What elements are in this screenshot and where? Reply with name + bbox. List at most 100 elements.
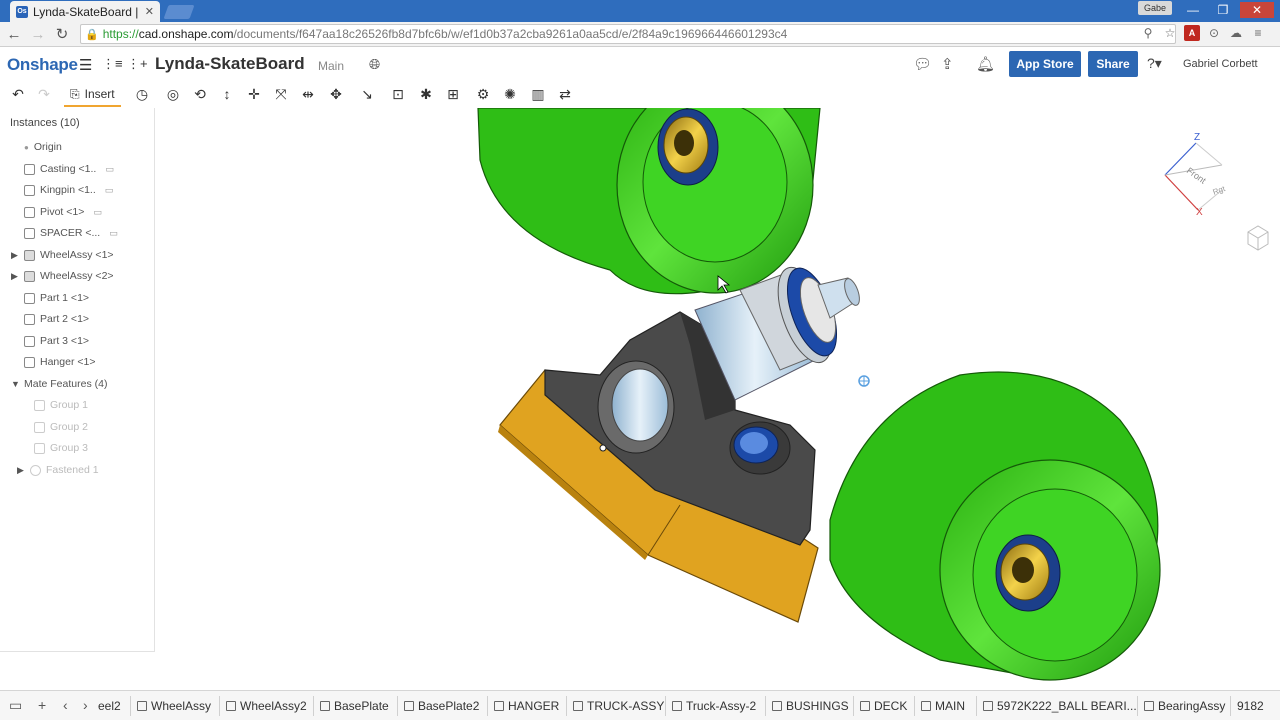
instance-list-icon[interactable]: ⋮+ xyxy=(127,56,148,72)
help-icon[interactable]: ?▾ xyxy=(1147,55,1162,72)
ball-mate-icon[interactable]: ✥ xyxy=(327,85,345,103)
mate-item[interactable]: ▶ Fastened 1 xyxy=(17,461,99,479)
maximize-icon[interactable]: ❐ xyxy=(1210,2,1236,18)
instance-item[interactable]: Part 3 <1> xyxy=(24,332,89,350)
chrome-menu-icon[interactable]: ≡ xyxy=(1250,25,1266,41)
feature-list-icon[interactable]: ⋮≡ xyxy=(102,56,123,72)
reload-icon[interactable]: ↻ xyxy=(52,25,72,43)
onshape-logo[interactable]: Onshape xyxy=(7,55,78,75)
tab-baseplate2[interactable]: BasePlate2 xyxy=(397,696,485,716)
mate-item[interactable]: Group 3 xyxy=(34,439,88,457)
graphics-viewport[interactable]: Z X Front Rgt xyxy=(155,108,1280,690)
target-crosshair-icon[interactable] xyxy=(858,375,870,387)
tangent-mate-icon[interactable]: ↘ xyxy=(358,85,376,103)
top-wheel[interactable] xyxy=(477,108,821,295)
url-input[interactable]: 🔒 https:// cad.onshape.com /documents/f6… xyxy=(80,24,1176,44)
tab-main[interactable]: MAIN xyxy=(914,696,971,716)
tab-bearingassy[interactable]: BearingAssy xyxy=(1137,696,1231,716)
chevron-right-icon[interactable]: ▶ xyxy=(11,271,19,282)
history-icon[interactable]: ◷ xyxy=(133,85,151,103)
instance-item[interactable]: Pivot <1> ▭ xyxy=(24,203,102,221)
tab-manager-icon[interactable]: ▭ xyxy=(9,697,22,714)
comments-icon[interactable]: 💬︎ xyxy=(913,55,932,73)
instance-item[interactable]: SPACER <... ▭ xyxy=(24,224,118,242)
mate-item[interactable]: Group 2 xyxy=(34,418,88,436)
chevron-down-icon[interactable]: ▼ xyxy=(11,379,20,389)
extension-icon[interactable]: ⊙ xyxy=(1206,25,1222,41)
pin-slot-mate-icon[interactable]: ⇹ xyxy=(299,85,317,103)
assembly-render[interactable]: Z X Front Rgt xyxy=(155,108,1280,690)
mate-features-header[interactable]: ▼ Mate Features (4) xyxy=(11,375,107,393)
undo-icon[interactable]: ↶ xyxy=(9,85,27,103)
notifications-icon[interactable]: 🔔︎ xyxy=(976,55,995,73)
tab-bushings[interactable]: BUSHINGS xyxy=(765,696,855,716)
screw-relation-icon[interactable]: ▥ xyxy=(529,85,547,103)
document-title[interactable]: Lynda-SkateBoard xyxy=(155,54,305,74)
window-close-icon[interactable]: ✕ xyxy=(1240,2,1274,18)
instance-item[interactable]: Part 1 <1> xyxy=(24,289,89,307)
redo-icon[interactable]: ↷ xyxy=(35,85,53,103)
tab-truck-assy[interactable]: TRUCK-ASSY xyxy=(566,696,670,716)
view-cube-menu-icon[interactable] xyxy=(1247,225,1269,251)
insert-button[interactable]: ⎘ Insert xyxy=(64,83,121,107)
instance-item[interactable]: Kingpin <1.. ▭ xyxy=(24,181,113,199)
mate-item[interactable]: Group 1 xyxy=(34,396,88,414)
scroll-left-icon[interactable]: ‹ xyxy=(63,697,68,713)
bookmark-star-icon[interactable]: ☆ xyxy=(1162,25,1178,41)
forward-arrow-icon[interactable]: → xyxy=(28,26,48,43)
tab-ball-bearing[interactable]: 5972K222_BALL BEARI... xyxy=(976,696,1143,716)
upload-icon[interactable]: ⇪ xyxy=(941,55,954,73)
browser-tab[interactable]: Os Lynda-SkateBoard | ✕ xyxy=(10,1,160,22)
tab-wheelassy2[interactable]: WheelAssy2 xyxy=(219,696,313,716)
globe-icon[interactable]: 🌐︎ xyxy=(369,56,380,73)
instance-item[interactable]: Hanger <1> xyxy=(24,353,95,371)
group-icon[interactable]: ✱ xyxy=(417,85,435,103)
assembly-tab-icon xyxy=(672,701,682,711)
app-store-button[interactable]: App Store xyxy=(1009,51,1081,77)
close-tab-icon[interactable]: ✕ xyxy=(145,5,154,18)
linear-relation-icon[interactable]: ⇄ xyxy=(556,85,574,103)
fasten-mate-icon[interactable]: ◎ xyxy=(164,85,182,103)
tab-deck[interactable]: DECK xyxy=(853,696,913,716)
tab-label: 5972K222_BALL BEARI... xyxy=(997,699,1137,713)
view-cube[interactable]: Z X Front Rgt xyxy=(1164,132,1227,218)
key-icon[interactable]: ⚲ xyxy=(1140,25,1156,41)
cylindrical-mate-icon[interactable]: ⤧ xyxy=(272,85,290,103)
profile-chip[interactable]: Gabe xyxy=(1138,1,1173,15)
scroll-right-icon[interactable]: › xyxy=(83,697,88,713)
replicate-icon[interactable]: ⊞ xyxy=(444,85,462,103)
rack-pinion-icon[interactable]: ✺ xyxy=(501,85,519,103)
gear-relation-icon[interactable]: ⚙ xyxy=(474,85,492,103)
back-arrow-icon[interactable]: ← xyxy=(4,26,24,43)
instance-item[interactable]: ▶ WheelAssy <1> xyxy=(11,246,114,264)
instance-item[interactable]: ● Origin xyxy=(24,138,62,156)
share-button[interactable]: Share xyxy=(1088,51,1138,77)
add-tab-icon[interactable]: + xyxy=(38,697,46,713)
chevron-right-icon[interactable]: ▶ xyxy=(11,250,19,261)
new-tab-button[interactable] xyxy=(163,5,195,19)
tab-9182[interactable]: 9182 xyxy=(1230,696,1270,716)
selection-point[interactable] xyxy=(599,444,607,452)
browser-tabstrip: Os Lynda-SkateBoard | ✕ Gabe — ❐ ✕ xyxy=(0,0,1280,22)
instance-item[interactable]: Casting <1.. ▭ xyxy=(24,160,114,178)
minimize-icon[interactable]: — xyxy=(1180,2,1206,18)
instance-label: SPACER <... xyxy=(40,227,101,239)
planar-mate-icon[interactable]: ✛ xyxy=(245,85,263,103)
mate-connector-icon[interactable]: ⊡ xyxy=(389,85,407,103)
instance-item[interactable]: Part 2 <1> xyxy=(24,310,89,328)
user-menu[interactable]: Gabriel Corbett xyxy=(1183,58,1258,70)
cloud-extension-icon[interactable]: ☁ xyxy=(1228,25,1244,41)
tab-wheelassy[interactable]: WheelAssy xyxy=(130,696,217,716)
tab-baseplate[interactable]: BasePlate xyxy=(313,696,395,716)
hamburger-menu-icon[interactable]: ☰ xyxy=(79,56,92,74)
instance-item[interactable]: ▶ WheelAssy <2> xyxy=(11,267,114,285)
pdf-extension-icon[interactable]: A xyxy=(1184,25,1200,41)
chevron-right-icon[interactable]: ▶ xyxy=(17,465,25,476)
branch-label[interactable]: Main xyxy=(318,59,344,73)
tab-eel2[interactable]: eel2 xyxy=(92,696,127,716)
revolute-mate-icon[interactable]: ⟲ xyxy=(191,85,209,103)
tab-truck-assy-2[interactable]: Truck-Assy-2 xyxy=(665,696,762,716)
slider-mate-icon[interactable]: ↕ xyxy=(218,85,236,103)
tab-hanger[interactable]: HANGER xyxy=(487,696,565,716)
bottom-wheel[interactable] xyxy=(829,371,1161,681)
